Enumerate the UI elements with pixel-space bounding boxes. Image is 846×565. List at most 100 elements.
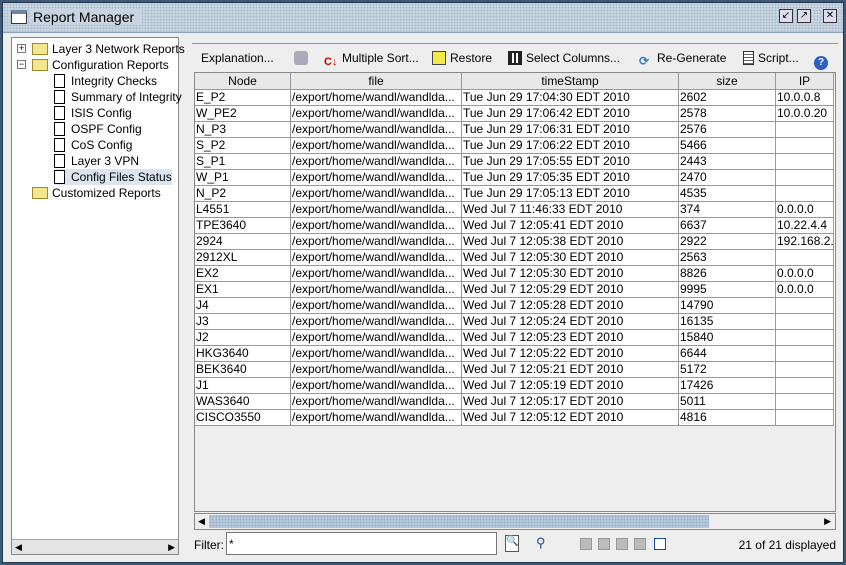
table-horizontal-scrollbar[interactable]: ◀ ▶: [194, 513, 836, 530]
tree-item[interactable]: Integrity Checks: [54, 73, 157, 89]
tree-item[interactable]: Layer 3 Network Reports: [32, 41, 185, 57]
last-page-icon[interactable]: [634, 538, 646, 550]
table-row[interactable]: L4551/export/home/wandl/wandlda... Wed Ju…: [195, 202, 835, 218]
print-button[interactable]: [294, 51, 312, 65]
table-row[interactable]: N_P2/export/home/wandl/wandlda... Tue Jun…: [195, 186, 835, 202]
column-header[interactable]: file: [291, 73, 462, 90]
script-button[interactable]: Script...: [743, 51, 799, 65]
multiple-sort-button[interactable]: C↓ Multiple Sort...: [324, 51, 419, 70]
restore-icon: [432, 51, 446, 65]
scroll-right-icon[interactable]: ▶: [824, 516, 831, 527]
table-row[interactable]: BEK3640/export/home/wandl/wandlda... Wed …: [195, 362, 835, 378]
tree-item[interactable]: OSPF Config: [54, 121, 142, 137]
table-row[interactable]: J1/export/home/wandl/wandlda... Wed Jul 7…: [195, 378, 835, 394]
table-cell: EX2: [195, 266, 291, 282]
tree-item[interactable]: ISIS Config: [54, 105, 132, 121]
column-header[interactable]: Node: [195, 73, 291, 90]
table-cell: 0.0.0.0: [776, 282, 834, 298]
page-list-icon[interactable]: [654, 538, 666, 550]
tree-item-label: Config Files Status: [71, 170, 172, 184]
table-cell: Tue Jun 29 17:06:42 EDT 2010: [462, 106, 679, 122]
table-row[interactable]: E_P2/export/home/wandl/wandlda... Tue Jun…: [195, 90, 835, 106]
table-cell: Tue Jun 29 17:05:13 EDT 2010: [462, 186, 679, 202]
tree-item-label: Layer 3 VPN: [71, 154, 140, 168]
table-cell: 2470: [679, 170, 776, 186]
scroll-left-icon[interactable]: ◀: [198, 516, 205, 527]
explanation-button[interactable]: Explanation...: [201, 51, 274, 65]
first-page-icon[interactable]: [580, 538, 592, 550]
tree-item-label: ISIS Config: [71, 106, 132, 120]
table-cell: /export/home/wandl/wandlda...: [291, 122, 462, 138]
find-icon[interactable]: 🔍: [505, 535, 519, 552]
filter-input[interactable]: [226, 532, 497, 555]
column-header[interactable]: IP: [776, 73, 834, 90]
table-cell: J1: [195, 378, 291, 394]
tree-item[interactable]: Summary of Integrity: [54, 89, 182, 105]
folder-icon: [32, 187, 48, 199]
table-row[interactable]: W_P1/export/home/wandl/wandlda... Tue Jun…: [195, 170, 835, 186]
help-button[interactable]: ?: [814, 51, 832, 70]
table-cell: /export/home/wandl/wandlda...: [291, 394, 462, 410]
refresh-icon: ⟳: [639, 54, 650, 68]
close-icon[interactable]: ✕: [823, 9, 837, 23]
table-cell: /export/home/wandl/wandlda...: [291, 346, 462, 362]
table-row[interactable]: N_P3/export/home/wandl/wandlda... Tue Jun…: [195, 122, 835, 138]
expand-icon[interactable]: +: [17, 44, 26, 53]
tree-item-label: OSPF Config: [71, 122, 142, 136]
table-cell: /export/home/wandl/wandlda...: [291, 154, 462, 170]
table-row[interactable]: 2924/export/home/wandl/wandlda... Wed Jul…: [195, 234, 835, 250]
table-cell: 8826: [679, 266, 776, 282]
maximize-icon[interactable]: ↗: [797, 9, 811, 23]
table-cell: EX1: [195, 282, 291, 298]
table-row[interactable]: J4/export/home/wandl/wandlda... Wed Jul 7…: [195, 298, 835, 314]
tree-item[interactable]: Customized Reports: [32, 185, 161, 201]
table-row[interactable]: CISCO3550/export/home/wandl/wandlda... We…: [195, 410, 835, 426]
table-cell: /export/home/wandl/wandlda...: [291, 330, 462, 346]
table-cell: E_P2: [195, 90, 291, 106]
collapse-icon[interactable]: −: [17, 60, 26, 69]
tree-horizontal-scrollbar[interactable]: ◀ ▶: [12, 539, 178, 554]
table-row[interactable]: EX1/export/home/wandl/wandlda... Wed Jul …: [195, 282, 835, 298]
help-icon: ?: [814, 56, 828, 70]
table-row[interactable]: J2/export/home/wandl/wandlda... Wed Jul 7…: [195, 330, 835, 346]
column-header[interactable]: size: [679, 73, 776, 90]
advanced-search-icon[interactable]: ⚲: [536, 535, 546, 551]
table-cell: /export/home/wandl/wandlda...: [291, 410, 462, 426]
tree-item[interactable]: Config Files Status: [54, 169, 172, 185]
tree-item[interactable]: Configuration Reports: [32, 57, 169, 73]
filter-label: Filter:: [194, 538, 224, 552]
table-cell: 10.22.4.4: [776, 218, 834, 234]
table-cell: /export/home/wandl/wandlda...: [291, 362, 462, 378]
record-count: 21 of 21 displayed: [738, 538, 836, 552]
table-row[interactable]: TPE3640/export/home/wandl/wandlda... Wed …: [195, 218, 835, 234]
table-cell: 5466: [679, 138, 776, 154]
table-row[interactable]: W_PE2/export/home/wandl/wandlda... Tue Ju…: [195, 106, 835, 122]
table-row[interactable]: WAS3640/export/home/wandl/wandlda... Wed …: [195, 394, 835, 410]
previous-page-icon[interactable]: [598, 538, 610, 550]
title-bar[interactable]: Report Manager ↙ ↗ ✕: [3, 3, 843, 33]
table-cell: Wed Jul 7 12:05:28 EDT 2010: [462, 298, 679, 314]
table-row[interactable]: S_P1/export/home/wandl/wandlda... Tue Jun…: [195, 154, 835, 170]
folder-icon: [32, 59, 48, 71]
table-cell: /export/home/wandl/wandlda...: [291, 218, 462, 234]
table-row[interactable]: EX2/export/home/wandl/wandlda... Wed Jul …: [195, 266, 835, 282]
document-icon: [54, 90, 65, 104]
document-icon: [54, 74, 65, 88]
column-header[interactable]: timeStamp: [462, 73, 679, 90]
table-row[interactable]: S_P2/export/home/wandl/wandlda... Tue Jun…: [195, 138, 835, 154]
minimize-icon[interactable]: ↙: [779, 9, 793, 23]
restore-button[interactable]: Restore: [432, 51, 492, 65]
table-row[interactable]: J3/export/home/wandl/wandlda... Wed Jul 7…: [195, 314, 835, 330]
tree-item[interactable]: Layer 3 VPN: [54, 153, 139, 169]
next-page-icon[interactable]: [616, 538, 628, 550]
regenerate-button[interactable]: ⟳ Re-Generate: [639, 51, 726, 68]
table-cell: [776, 314, 834, 330]
table-cell: 4535: [679, 186, 776, 202]
tree-item[interactable]: CoS Config: [54, 137, 132, 153]
select-columns-button[interactable]: Select Columns...: [508, 51, 620, 65]
table-row[interactable]: 2912XL/export/home/wandl/wandlda... Wed J…: [195, 250, 835, 266]
scrollbar-thumb[interactable]: [209, 515, 709, 528]
table-cell: 2912XL: [195, 250, 291, 266]
table-cell: Tue Jun 29 17:04:30 EDT 2010: [462, 90, 679, 106]
table-row[interactable]: HKG3640/export/home/wandl/wandlda... Wed …: [195, 346, 835, 362]
